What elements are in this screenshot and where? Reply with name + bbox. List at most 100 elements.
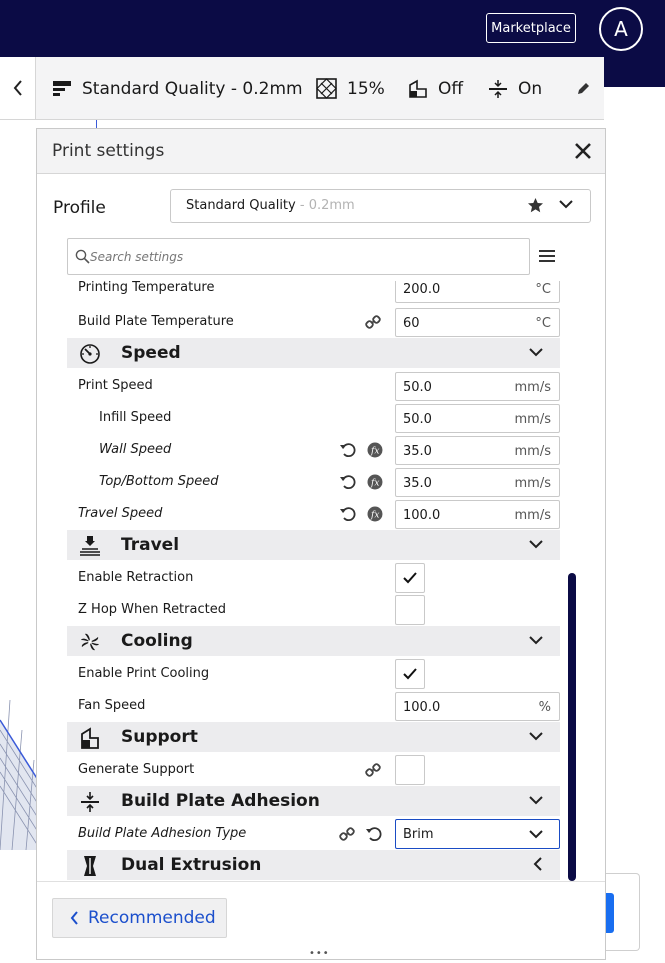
setting-label: Enable Retraction <box>78 570 194 585</box>
setting-row-zhop: Z Hop When Retracted <box>37 594 605 626</box>
link-icon[interactable] <box>365 314 381 330</box>
fan-speed-field[interactable]: 100.0% <box>395 692 560 721</box>
field-unit: mm/s <box>514 508 551 523</box>
category-title: Travel <box>121 535 180 555</box>
function-icon[interactable]: fx <box>367 506 383 522</box>
svg-text:fx: fx <box>370 447 379 457</box>
category-title: Support <box>121 727 198 747</box>
edit-pencil-icon[interactable] <box>576 81 591 96</box>
chevron-down-icon <box>529 732 543 741</box>
setting-row-wall-speed: Wall Speed fx 35.0 mm/s <box>37 434 605 466</box>
search-settings-box[interactable] <box>67 238 530 275</box>
chevron-left-icon <box>70 911 78 925</box>
close-icon[interactable] <box>573 141 593 161</box>
field-unit: mm/s <box>514 476 551 491</box>
viewport-background <box>604 87 665 963</box>
reset-icon[interactable] <box>339 441 357 459</box>
adhesion-type-dropdown[interactable]: Brim <box>395 819 560 849</box>
profile-name: Standard Quality <box>186 198 296 213</box>
account-avatar[interactable]: A <box>599 7 643 51</box>
adhesion-value: On <box>518 78 543 99</box>
setting-row-generate-support: Generate Support <box>37 754 605 786</box>
chevron-down-icon <box>529 348 543 357</box>
field-value: 200.0 <box>403 282 441 297</box>
zhop-checkbox[interactable] <box>395 595 425 625</box>
link-icon[interactable] <box>339 826 355 842</box>
print-setup-bar[interactable]: Standard Quality - 0.2mm 15% Off On <box>36 57 604 120</box>
profile-label: Profile <box>53 198 106 218</box>
support-icon <box>409 79 427 98</box>
search-icon <box>75 249 90 264</box>
generate-support-checkbox[interactable] <box>395 755 425 785</box>
recommended-button[interactable]: Recommended <box>52 898 227 938</box>
infill-summary[interactable]: 15% <box>316 57 385 120</box>
chevron-down-icon <box>529 830 543 839</box>
function-icon[interactable]: fx <box>367 442 383 458</box>
search-input[interactable] <box>90 247 510 267</box>
setting-label: Infill Speed <box>99 410 172 425</box>
reset-icon[interactable] <box>365 825 383 843</box>
link-icon[interactable] <box>365 762 381 778</box>
settings-list[interactable]: Printing Temperature 200.0 °C Build Plate… <box>37 281 605 881</box>
build-plate-temperature-field[interactable]: 60 °C <box>395 308 560 337</box>
reset-icon[interactable] <box>339 505 357 523</box>
chevron-down-icon <box>529 636 543 645</box>
topbottom-speed-field[interactable]: 35.0 mm/s <box>395 468 560 497</box>
panel-header: Print settings <box>37 129 605 174</box>
setting-label: Print Speed <box>78 378 153 393</box>
chevron-left-icon <box>533 857 542 871</box>
category-title: Build Plate Adhesion <box>121 791 320 811</box>
enable-cooling-checkbox[interactable] <box>395 659 425 689</box>
recommended-label: Recommended <box>88 908 216 928</box>
category-support[interactable]: Support <box>67 722 560 752</box>
enable-retraction-checkbox[interactable] <box>395 563 425 593</box>
wall-speed-field[interactable]: 35.0 mm/s <box>395 436 560 465</box>
topbar-extension <box>604 57 665 87</box>
support-value: Off <box>438 78 464 99</box>
star-icon[interactable] <box>527 197 544 214</box>
hamburger-menu-icon[interactable] <box>539 248 555 264</box>
field-unit: mm/s <box>514 412 551 427</box>
function-icon[interactable]: fx <box>367 474 383 490</box>
field-value: 50.0 <box>403 412 432 427</box>
reset-icon[interactable] <box>339 473 357 491</box>
support-summary[interactable]: Off <box>408 57 463 120</box>
category-travel[interactable]: Travel <box>67 530 560 560</box>
travel-speed-field[interactable]: 100.0 mm/s <box>395 500 560 529</box>
marketplace-button[interactable]: Marketplace <box>486 13 576 43</box>
settings-scrollbar[interactable] <box>568 573 576 881</box>
field-unit: mm/s <box>514 380 551 395</box>
category-build-plate-adhesion[interactable]: Build Plate Adhesion <box>67 786 560 816</box>
profile-dropdown[interactable]: Standard Quality - 0.2mm <box>170 189 591 223</box>
field-value: 50.0 <box>403 380 432 395</box>
adhesion-icon <box>81 792 99 812</box>
checkmark-icon <box>403 668 417 680</box>
print-speed-field[interactable]: 50.0 mm/s <box>395 372 560 401</box>
setting-row-topbottom-speed: Top/Bottom Speed fx 35.0 mm/s <box>37 466 605 498</box>
setting-row-enable-cooling: Enable Print Cooling <box>37 658 605 690</box>
profile-suffix: - 0.2mm <box>295 198 355 213</box>
field-unit: °C <box>535 316 551 331</box>
collapse-button[interactable] <box>0 57 36 120</box>
category-cooling[interactable]: Cooling <box>67 626 560 656</box>
infill-speed-field[interactable]: 50.0 mm/s <box>395 404 560 433</box>
setting-row-build-plate-temperature: Build Plate Temperature 60 °C <box>37 306 605 338</box>
svg-text:fx: fx <box>370 511 379 521</box>
category-speed[interactable]: Speed <box>67 338 560 368</box>
quality-layers-icon <box>53 80 71 96</box>
speedometer-icon <box>80 344 100 364</box>
setting-label: Z Hop When Retracted <box>78 602 226 617</box>
setting-row-print-speed: Print Speed 50.0 mm/s <box>37 370 605 402</box>
field-unit: °C <box>535 282 551 297</box>
field-value: 35.0 <box>403 476 432 491</box>
category-title: Speed <box>121 343 181 363</box>
chevron-down-icon <box>559 200 573 209</box>
quality-summary[interactable]: Standard Quality - 0.2mm <box>52 57 303 120</box>
setting-row-fan-speed: Fan Speed 100.0% <box>37 690 605 722</box>
category-title: Cooling <box>121 631 193 651</box>
adhesion-summary[interactable]: On <box>488 57 542 120</box>
category-dual-extrusion[interactable]: Dual Extrusion <box>67 850 560 880</box>
setting-label: Fan Speed <box>78 698 146 713</box>
resize-grip-icon[interactable]: ••• <box>309 948 330 959</box>
printing-temperature-field[interactable]: 200.0 °C <box>395 281 560 303</box>
